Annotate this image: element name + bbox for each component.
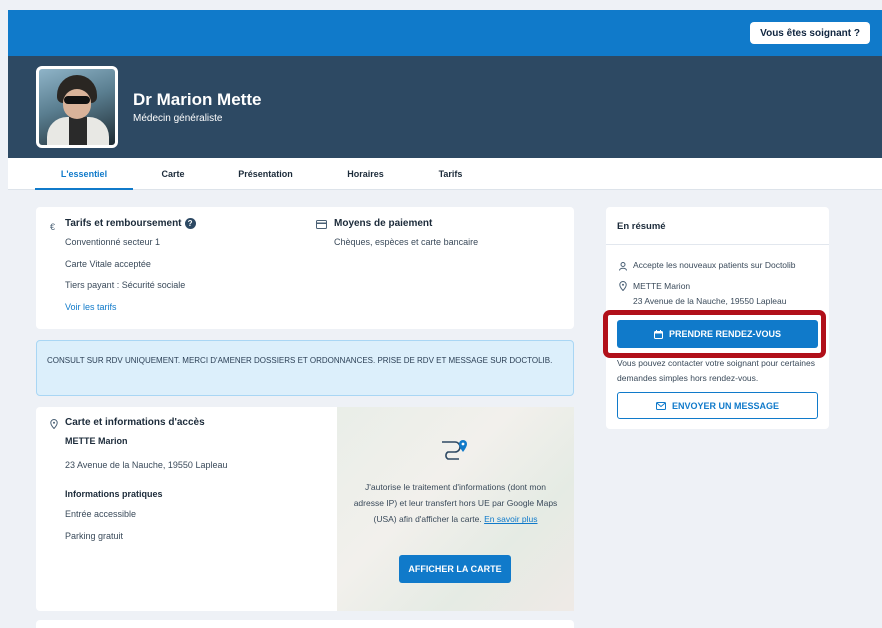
location-pin-icon [50, 419, 58, 429]
fees-line: Conventionné secteur 1 [65, 237, 161, 247]
practical-info-item: Parking gratuit [65, 531, 124, 541]
tab-essentiel[interactable]: L'essentiel [35, 158, 133, 190]
envelope-icon [655, 401, 666, 410]
doctor-name: Dr Marion Mette [133, 90, 262, 109]
fees-line: Tiers payant : Sécurité sociale [65, 280, 186, 290]
learn-more-link[interactable]: En savoir plus [484, 514, 537, 524]
contact-info-text: Vous pouvez contacter votre soignant pou… [617, 358, 815, 384]
fees-line: Carte Vitale acceptée [65, 259, 151, 269]
access-name: METTE Marion [65, 436, 128, 446]
avatar-face [63, 89, 91, 119]
summary-name: METTE Marion [633, 281, 691, 291]
summary-header: En résumé [606, 207, 829, 245]
payment-methods: Chèques, espèces et carte bancaire [334, 237, 479, 247]
doctor-header: Dr Marion Mette Médecin généraliste [8, 56, 882, 158]
credit-card-icon [316, 220, 327, 229]
access-title: Carte et informations d'accès [65, 417, 205, 428]
summary-address: 23 Avenue de la Nauche, 19550 Lapleau [633, 296, 787, 306]
new-patients-text: Accepte les nouveaux patients sur Doctol… [633, 260, 796, 270]
euro-icon: € [50, 222, 56, 232]
show-map-button[interactable]: AFFICHER LA CARTE [399, 555, 511, 583]
user-icon [619, 262, 627, 271]
practical-info-item: Entrée accessible [65, 509, 137, 519]
map-route-icon [442, 440, 467, 460]
caregiver-login-button[interactable]: Vous êtes soignant ? [750, 22, 870, 44]
profile-tabs: L'essentiel Carte Présentation Horaires … [8, 158, 882, 190]
doctor-avatar [36, 66, 118, 148]
tab-carte[interactable]: Carte [148, 158, 198, 190]
avatar-glasses [64, 96, 90, 104]
doctor-notice: CONSULT SUR RDV UNIQUEMENT. MERCI D'AMEN… [36, 340, 574, 396]
next-section-card [36, 620, 574, 628]
payment-title: Moyens de paiement [334, 218, 433, 229]
tab-horaires[interactable]: Horaires [338, 158, 393, 190]
send-message-button[interactable]: ENVOYER UN MESSAGE [617, 392, 818, 419]
send-message-label: ENVOYER UN MESSAGE [671, 400, 780, 411]
fees-title: Tarifs et remboursement? [65, 218, 196, 229]
avatar-scarf [69, 117, 87, 145]
tab-tarifs[interactable]: Tarifs [428, 158, 473, 190]
fees-title-text: Tarifs et remboursement [65, 218, 182, 230]
top-navbar: Vous êtes soignant ? [8, 10, 882, 56]
help-icon[interactable]: ? [184, 218, 196, 229]
window-top-border [0, 0, 882, 10]
doctor-specialty: Médecin généraliste [133, 113, 223, 124]
access-address: 23 Avenue de la Nauche, 19550 Lapleau [65, 460, 228, 470]
highlight-annotation [603, 310, 826, 358]
location-pin-icon [619, 281, 627, 291]
fees-card: € Tarifs et remboursement? Conventionné … [36, 207, 574, 329]
map-placeholder: J'autorise le traitement d'informations … [337, 407, 574, 611]
map-consent-text: J'autorise le traitement d'informations … [351, 479, 560, 527]
tab-presentation[interactable]: Présentation [228, 158, 303, 190]
see-fees-link[interactable]: Voir les tarifs [65, 302, 117, 312]
summary-title: En résumé [617, 221, 666, 232]
practical-info-title: Informations pratiques [65, 489, 163, 499]
